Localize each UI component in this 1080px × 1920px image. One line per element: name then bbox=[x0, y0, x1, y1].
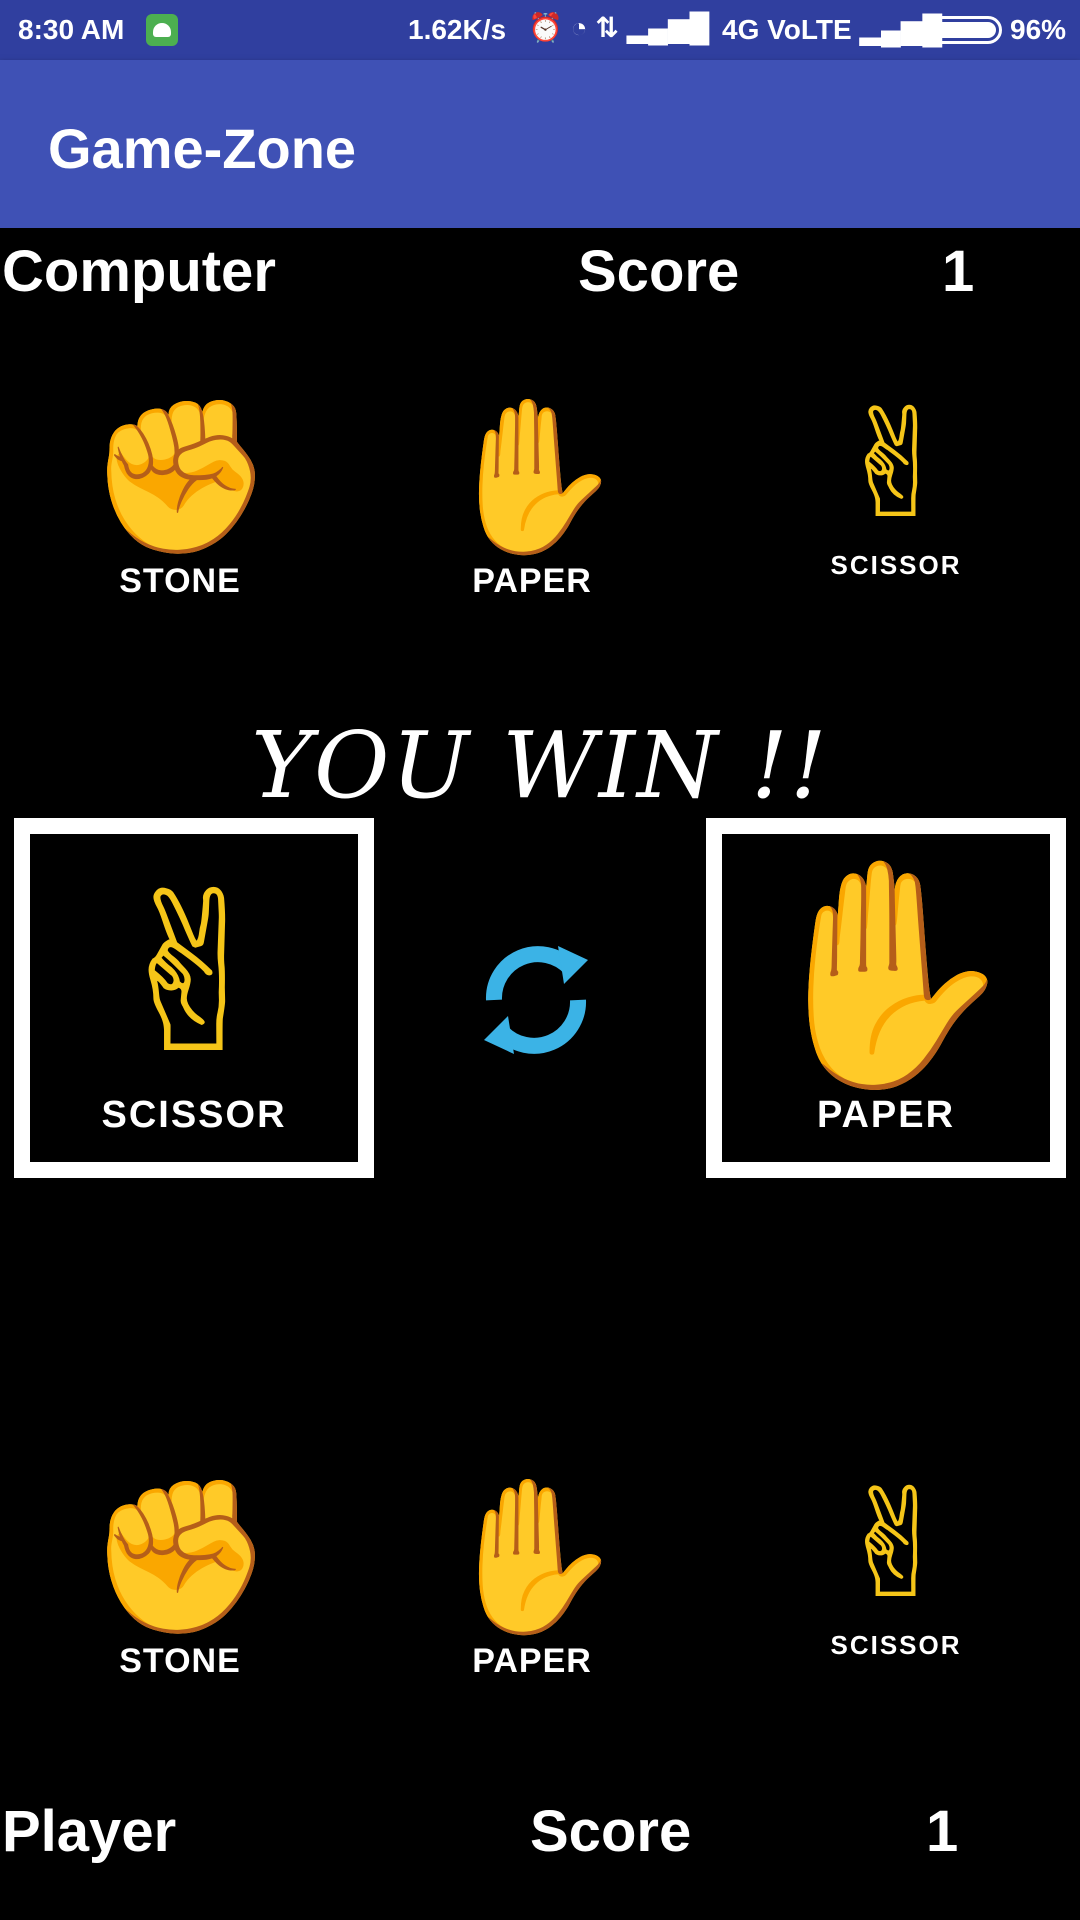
player-score-label: Score bbox=[530, 1799, 692, 1864]
status-time: 8:30 AM bbox=[18, 14, 125, 45]
computer-score-value: 1 bbox=[942, 239, 975, 304]
computer-label: Computer bbox=[2, 239, 276, 304]
network-speed: 1.62K/s bbox=[408, 14, 507, 45]
computer-choice-scissor: ✌ SCISSOR bbox=[796, 380, 996, 600]
victory-hand-icon: ✌ bbox=[833, 378, 959, 552]
computer-pick-box: ✌ SCISSOR bbox=[14, 818, 374, 1178]
computer-score-label: Score bbox=[578, 239, 740, 304]
victory-hand-icon[interactable]: ✌ bbox=[796, 1460, 996, 1630]
player-label: Player bbox=[2, 1799, 177, 1864]
choice-label: SCISSOR bbox=[830, 550, 962, 580]
open-hand-icon[interactable]: ✋ bbox=[432, 1472, 632, 1642]
player-choice-stone[interactable]: ✊ STONE bbox=[80, 1472, 280, 1692]
player-pick-box: ✋ PAPER bbox=[706, 818, 1066, 1178]
result-text: YOU WIN !! bbox=[251, 712, 829, 819]
status-icons: ⏰ ◔ ⇅ ▂▄▆█ bbox=[528, 12, 710, 43]
choice-label: PAPER bbox=[472, 1642, 592, 1680]
player-score-value: 1 bbox=[926, 1799, 959, 1864]
battery-icon bbox=[928, 16, 1002, 44]
choice-label: PAPER bbox=[472, 562, 592, 600]
app-title: Game-Zone bbox=[48, 117, 357, 180]
open-hand-icon: ✋ bbox=[438, 390, 626, 564]
network-type: 4G VoLTE ▂▄▆█ bbox=[722, 14, 943, 45]
refresh-button[interactable] bbox=[466, 920, 606, 1070]
app-bar: Game-Zone bbox=[0, 60, 1080, 228]
status-bar: 8:30 AM 1.62K/s ⏰ ◔ ⇅ ▂▄▆█ 4G VoLTE ▂▄▆█… bbox=[0, 0, 1080, 60]
battery-percent: 96% bbox=[1010, 14, 1067, 45]
player-choice-scissor[interactable]: ✌ SCISSOR bbox=[796, 1460, 996, 1680]
refresh-icon[interactable] bbox=[466, 920, 606, 1070]
computer-choice-paper: ✋ PAPER bbox=[432, 392, 632, 612]
fist-icon: ✊ bbox=[86, 390, 274, 564]
fist-icon[interactable]: ✊ bbox=[80, 1472, 280, 1642]
choice-label: STONE bbox=[119, 562, 241, 600]
computer-choice-stone: ✊ STONE bbox=[80, 392, 280, 612]
open-hand-icon: ✋ bbox=[749, 846, 1023, 1102]
computer-pick-label: SCISSOR bbox=[101, 1094, 287, 1136]
player-choice-paper[interactable]: ✋ PAPER bbox=[432, 1472, 632, 1692]
player-score-row: Player Score 1 bbox=[0, 1798, 1080, 1878]
computer-score-row: Computer Score 1 bbox=[0, 238, 1080, 318]
choice-label: SCISSOR bbox=[830, 1630, 962, 1660]
android-icon bbox=[146, 14, 178, 46]
choice-label: STONE bbox=[119, 1642, 241, 1680]
victory-hand-icon: ✌ bbox=[101, 846, 287, 1102]
